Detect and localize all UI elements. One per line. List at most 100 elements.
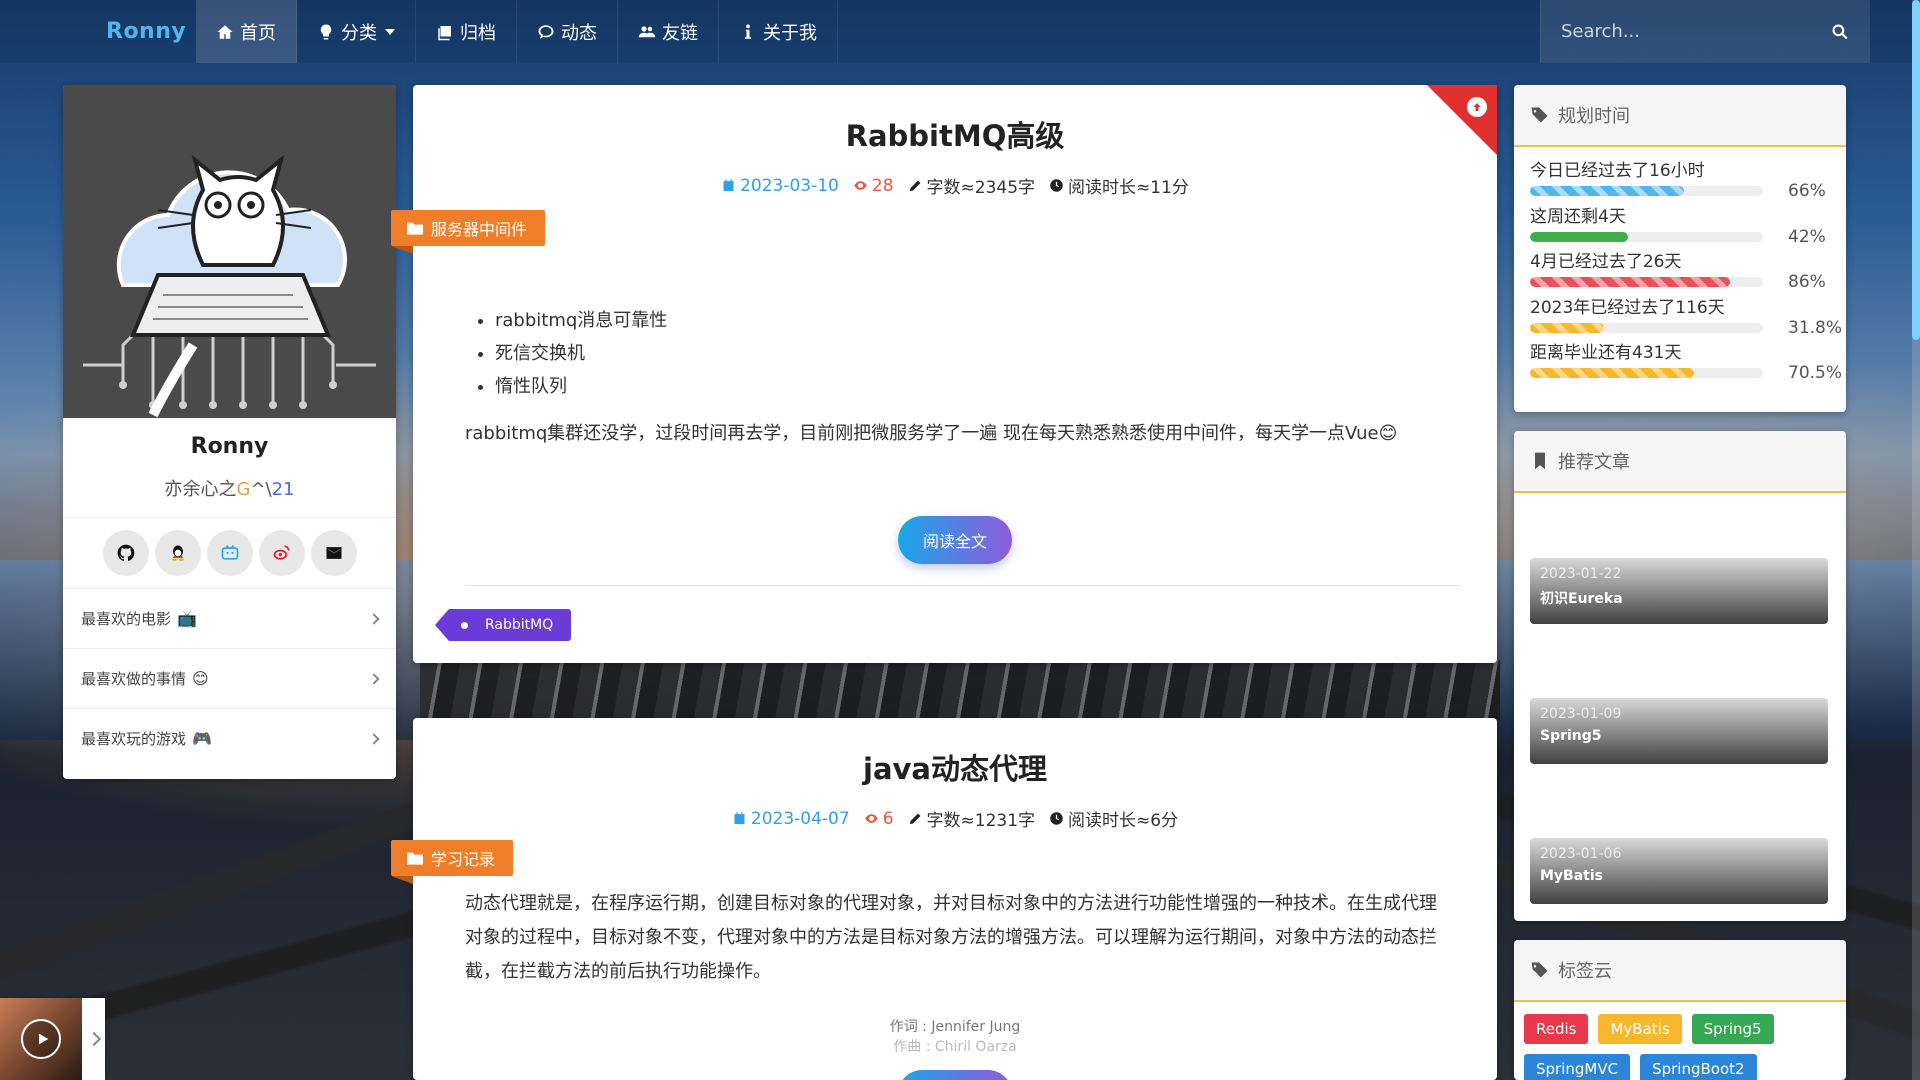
favorite-activity-item[interactable]: 最喜欢做的事情 😊: [63, 648, 396, 708]
mail-button[interactable]: [310, 530, 357, 576]
article-views: 28: [853, 176, 894, 196]
sticky-ribbon: [1427, 85, 1497, 155]
calendar-icon: [734, 812, 745, 825]
article-outline: rabbitmq消息可靠性 死信交换机 惰性队列: [495, 304, 1497, 403]
tv-icon: 📺: [177, 609, 197, 628]
divider: [465, 585, 1461, 586]
social-links: [63, 518, 396, 588]
profile-name: Ronny: [190, 434, 269, 459]
category-tag[interactable]: 学习记录: [391, 840, 514, 884]
chevron-right-icon: [368, 732, 380, 745]
read-more-button[interactable]: [898, 1070, 1012, 1080]
nav-item-moments[interactable]: 动态: [517, 0, 618, 63]
tags-icon: [1531, 962, 1548, 978]
weibo-button[interactable]: [258, 530, 305, 576]
recommended-article[interactable]: 2023-01-22 初识Eureka: [1530, 558, 1828, 624]
article-meta: 2023-04-07 6 字数≈1231字 阅读时长≈6分: [413, 806, 1497, 831]
article-title[interactable]: RabbitMQ高级: [413, 113, 1497, 155]
tag-cloud-item[interactable]: SpringBoot2: [1640, 1054, 1757, 1080]
qq-icon: [171, 545, 184, 561]
favorite-game-item[interactable]: 最喜欢玩的游戏 🎮: [63, 708, 396, 768]
github-icon: [117, 544, 134, 561]
search-icon[interactable]: [1830, 22, 1850, 42]
nav-item-friends[interactable]: 友链: [618, 0, 719, 63]
list-item: rabbitmq消息可靠性: [495, 304, 1497, 337]
article-meta: 2023-03-10 28 字数≈2345字 阅读时长≈11分: [413, 173, 1497, 198]
album-cover: [0, 998, 82, 1080]
nav-menu: 首页 分类 归档 动态 友链 关于我: [196, 0, 838, 63]
category-tag[interactable]: 服务器中间件: [391, 210, 546, 254]
github-button[interactable]: [102, 530, 149, 576]
bookmark-icon: [1535, 452, 1545, 470]
tag-cloud-item[interactable]: MyBatis: [1598, 1014, 1682, 1044]
brand-logo[interactable]: Ronny: [106, 19, 196, 44]
progress-fill: [1530, 231, 1628, 242]
article-read-time: 阅读时长≈11分: [1049, 173, 1189, 198]
progress-percent: 42%: [1788, 226, 1826, 247]
article-title[interactable]: java动态代理: [413, 746, 1497, 788]
progress-fill: [1530, 368, 1695, 378]
favorite-movie-item[interactable]: 最喜欢的电影 📺: [63, 588, 396, 648]
smile-icon: 😊: [192, 669, 209, 688]
time-progress-list: 今日已经过去了16小时 66% 这周还剩4天 42% 4月已经过去了26天 86% 2023…: [1514, 147, 1846, 387]
search-input[interactable]: [1561, 21, 1830, 42]
time-progress-row: 距离毕业还有431天 70.5%: [1530, 341, 1842, 387]
tag-cloud-item[interactable]: Redis: [1524, 1014, 1589, 1044]
tag-cloud-item[interactable]: Spring5: [1691, 1014, 1774, 1044]
nav-item-about[interactable]: 关于我: [719, 0, 838, 63]
scrollbar-thumb[interactable]: [1912, 0, 1920, 340]
nav-item-home[interactable]: 首页: [196, 0, 297, 63]
progress-bar: [1530, 322, 1763, 333]
archive-icon: [438, 25, 451, 40]
article-views: 6: [864, 809, 894, 829]
weibo-icon: [273, 545, 289, 560]
chevron-right-icon: [368, 612, 380, 625]
article-tag[interactable]: RabbitMQ: [434, 609, 572, 641]
users-icon: [638, 25, 656, 37]
pencil-icon: [909, 180, 921, 192]
arrow-up-icon: [1467, 97, 1487, 117]
recommended-article[interactable]: 2023-01-06 MyBatis: [1530, 838, 1828, 904]
clock-icon: [1050, 179, 1063, 192]
article-summary: 动态代理就是，在程序运行期，创建目标对象的代理对象，并对目标对象中的方法进行功能…: [465, 893, 1437, 982]
article-date: 2023-03-10: [721, 176, 839, 196]
tag-cloud-card: 标签云 Redis MyBatis Spring5 SpringMVC SpringBo…: [1514, 940, 1846, 1080]
progress-fill: [1530, 322, 1605, 333]
profile-card: Ronny 亦余心之G^\21 最喜欢的电影 📺 最喜欢做的事情 😊 最喜欢玩的游戏…: [63, 85, 396, 779]
recommended-article[interactable]: 2023-01-09 Spring5: [1530, 698, 1828, 764]
folder-icon: [407, 852, 423, 865]
article-card: RabbitMQ高级 2023-03-10 28 字数≈2345字 阅读时长≈1…: [391, 85, 1497, 663]
article-word-count: 字数≈2345字: [908, 173, 1035, 198]
progress-percent: 66%: [1788, 181, 1826, 201]
planning-time-card: 规划时间 今日已经过去了16小时 66% 这周还剩4天 42% 4月已经过去了26天 86…: [1514, 85, 1846, 412]
top-navbar: Ronny 首页 分类 归档 动态 友链 关于我: [0, 0, 1920, 63]
time-progress-row: 今日已经过去了16小时 66%: [1530, 159, 1830, 205]
card-header: 标签云: [1514, 940, 1846, 1002]
page-scrollbar[interactable]: [1912, 0, 1920, 1080]
time-label: 距离毕业还有431天: [1530, 343, 1682, 363]
progress-bar: [1530, 231, 1763, 242]
calendar-icon: [723, 179, 734, 192]
article-summary: rabbitmq集群还没学，过段时间再去学，目前刚把微服务学了一遍 现在每天熟悉…: [465, 423, 1398, 444]
gamepad-icon: 🎮: [192, 729, 212, 748]
play-button[interactable]: [21, 1019, 61, 1059]
avatar: [63, 85, 396, 418]
play-icon: [38, 1033, 48, 1045]
progress-bar: [1530, 368, 1763, 378]
player-expand-toggle[interactable]: [82, 1031, 105, 1047]
nav-item-category[interactable]: 分类: [297, 0, 416, 63]
lyric-line: 作词 : Jennifer Jung: [889, 1019, 1021, 1035]
tag-cloud: Redis MyBatis Spring5 SpringMVC SpringBoot2: [1514, 1002, 1846, 1080]
lightbulb-icon: [320, 24, 332, 39]
qq-button[interactable]: [154, 530, 201, 576]
background-dock: [420, 660, 1500, 720]
nav-item-archive[interactable]: 归档: [416, 0, 517, 63]
chevron-right-icon: [368, 672, 380, 685]
tags-icon: [1531, 107, 1548, 123]
read-more-button[interactable]: 阅读全文: [898, 516, 1012, 564]
time-label: 4月已经过去了26天: [1530, 252, 1682, 272]
bilibili-button[interactable]: [206, 530, 253, 576]
progress-fill: [1530, 186, 1684, 196]
time-progress-row: 2023年已经过去了116天 31.8%: [1530, 296, 1842, 342]
tag-cloud-item[interactable]: SpringMVC: [1524, 1054, 1631, 1080]
